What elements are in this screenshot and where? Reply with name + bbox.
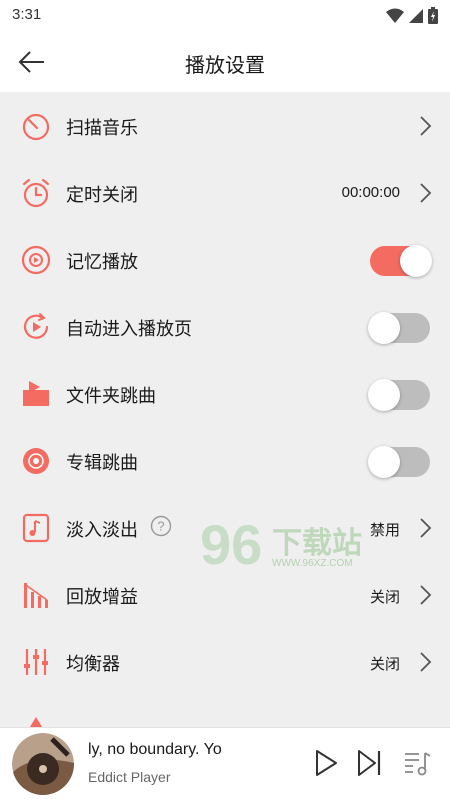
setting-auto-play-page: 自动进入播放页 (0, 293, 450, 360)
chevron-right-icon (420, 518, 432, 538)
chevron-right-icon (420, 585, 432, 605)
toggle-knob (368, 312, 400, 344)
setting-label: 定时关闭 (66, 185, 138, 206)
setting-label: 淡入淡出 (66, 520, 138, 541)
folder-skip-toggle[interactable] (368, 379, 430, 411)
signal-icon (409, 8, 423, 23)
status-icons (386, 7, 438, 24)
fade-icon (22, 513, 50, 543)
battery-icon (428, 7, 438, 24)
replay-gain-icon (24, 583, 48, 608)
play-icon[interactable] (310, 748, 340, 778)
folder-icon (23, 381, 49, 406)
setting-memory-play: 记忆播放 (0, 226, 450, 293)
setting-partial-row (0, 695, 450, 727)
setting-label: 扫描音乐 (66, 118, 138, 139)
svg-text:?: ? (157, 519, 164, 534)
question-icon[interactable]: ? (150, 515, 172, 537)
chevron-right-icon (420, 116, 432, 136)
setting-label: 均衡器 (66, 654, 120, 675)
setting-folder-skip: 文件夹跳曲 (0, 360, 450, 427)
watermark-text: 下载站 (272, 526, 362, 561)
scan-icon (22, 113, 50, 141)
album-skip-toggle[interactable] (368, 446, 430, 478)
setting-label: 文件夹跳曲 (66, 386, 156, 407)
status-bar: 3:31 (0, 0, 450, 32)
auto-play-page-icon (23, 313, 49, 339)
page-title: 播放设置 (185, 53, 265, 77)
chevron-right-icon (420, 652, 432, 672)
setting-label: 回放增益 (66, 587, 138, 608)
setting-equalizer[interactable]: 均衡器 关闭 (0, 628, 450, 695)
setting-label: 专辑跳曲 (66, 453, 138, 474)
setting-label: 记忆播放 (66, 252, 138, 273)
watermark-logo: 96 下载站 WWW.96XZ.COM (200, 512, 390, 582)
skip-next-icon[interactable] (354, 748, 384, 778)
setting-value: 00:00:00 (341, 184, 400, 201)
watermark-url: WWW.96XZ.COM (272, 558, 353, 569)
setting-value: 关闭 (369, 589, 400, 606)
watermark-number: 96 (200, 513, 263, 576)
setting-album-skip: 专辑跳曲 (0, 427, 450, 494)
setting-timer-close[interactable]: 定时关闭 00:00:00 (0, 159, 450, 226)
memory-play-toggle[interactable] (370, 245, 432, 277)
status-time: 3:31 (12, 6, 42, 23)
album-cover-art (12, 733, 74, 795)
mini-player[interactable]: ly, no boundary. Yo Eddict Player (0, 727, 450, 799)
toggle-knob (400, 245, 432, 277)
playlist-icon[interactable] (402, 748, 432, 778)
album-disc-icon (23, 448, 49, 474)
toggle-knob (368, 446, 400, 478)
settings-list: 扫描音乐 定时关闭 00:00:00 记忆播放 自动进入播放页 文件夹跳曲 专辑… (0, 92, 450, 727)
auto-play-page-toggle[interactable] (368, 312, 430, 344)
wifi-icon (386, 8, 404, 23)
chevron-right-icon (420, 183, 432, 203)
app-header: 播放设置 (0, 32, 450, 92)
setting-label: 自动进入播放页 (66, 319, 192, 340)
alarm-clock-icon (22, 178, 50, 208)
equalizer-icon (24, 649, 48, 675)
setting-scan-music[interactable]: 扫描音乐 (0, 92, 450, 159)
album-cover[interactable] (12, 733, 74, 795)
partial-row-icon (30, 717, 42, 727)
memory-play-icon (21, 245, 51, 275)
now-playing-title: ly, no boundary. Yo (88, 741, 222, 758)
toggle-knob (368, 379, 400, 411)
now-playing-artist: Eddict Player (88, 769, 171, 785)
setting-value: 关闭 (369, 656, 400, 673)
